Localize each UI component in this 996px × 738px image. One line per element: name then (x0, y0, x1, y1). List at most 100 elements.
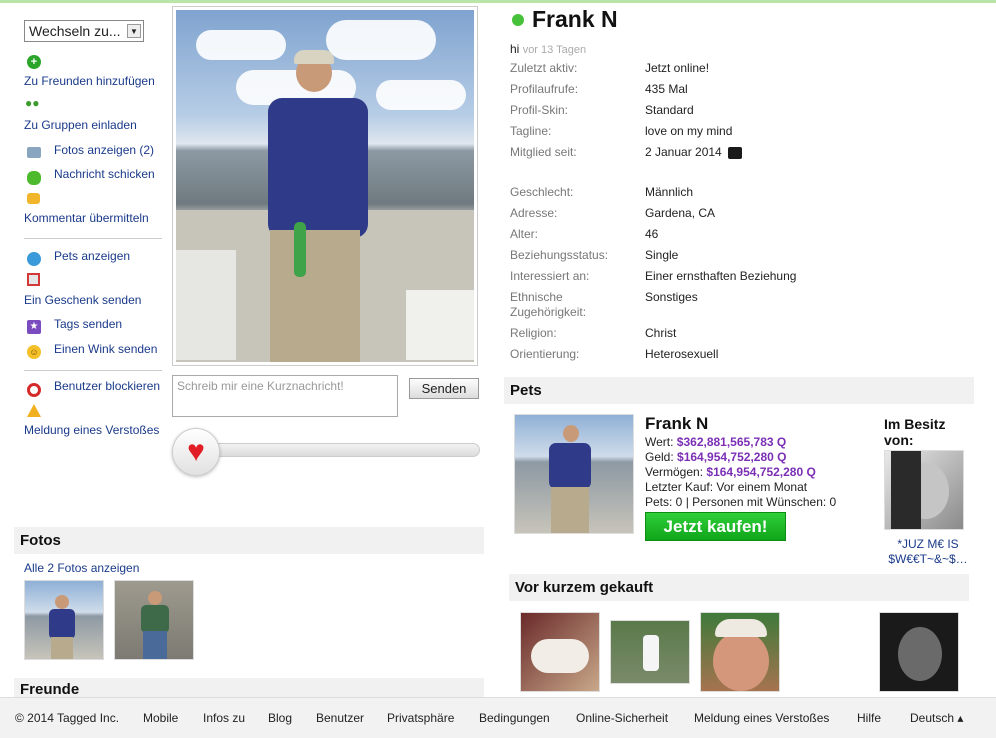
add-friend-link[interactable]: Zu Freunden hinzufügen (24, 74, 155, 88)
pet-cash-label: Geld: (645, 450, 674, 464)
send-tags-link[interactable]: Tags senden (54, 317, 122, 331)
photo-thumbnail[interactable] (114, 580, 194, 660)
camera-icon[interactable] (27, 147, 41, 158)
recent-thumbnail[interactable] (700, 612, 780, 692)
profile-actions: Wechseln zu... ▼ (24, 20, 166, 42)
footer-link-about[interactable]: Infos zu (203, 711, 245, 725)
recent-thumbnail[interactable] (610, 620, 690, 684)
message-icon[interactable] (27, 171, 41, 185)
divider (24, 238, 162, 239)
send-button[interactable]: Senden (409, 378, 479, 399)
heart-icon[interactable]: ♥ (172, 428, 220, 476)
invite-groups-link[interactable]: Zu Gruppen einladen (24, 118, 137, 132)
recent-section-header: Vor kurzem gekauft (509, 574, 969, 601)
footer: © 2014 Tagged Inc. Mobile Infos zu Blog … (0, 697, 996, 738)
pet-cash: Geld: $164,954,752,280 Q (645, 450, 786, 464)
pets-section-header: Pets (504, 377, 974, 404)
field-value: Sonstiges (645, 290, 698, 304)
warning-icon[interactable] (27, 404, 41, 417)
status-line: hi vor 13 Tagen (510, 42, 586, 56)
recent-thumbnail[interactable] (520, 612, 600, 692)
divider (24, 370, 162, 371)
footer-link-safety[interactable]: Online-Sicherheit (576, 711, 668, 725)
pet-cash-value: $164,954,752,280 (677, 450, 774, 464)
member-badge-icon (728, 146, 743, 159)
owner-name-link[interactable]: *JUZ M€ IS $W€€T~&~$… (884, 537, 972, 567)
profile-name-text: Frank N (532, 6, 618, 32)
field-label: Geschlecht: (510, 185, 574, 199)
show-photos-link[interactable]: Fotos anzeigen (2) (54, 143, 154, 157)
pet-worth: Wert: $362,881,565,783 Q (645, 435, 786, 449)
owner-photo[interactable] (884, 450, 964, 530)
pet-last-buy: Letzter Kauf: Vor einem Monat (645, 480, 808, 494)
rating-slider-track[interactable] (196, 443, 480, 457)
field-label: Interessiert an: (510, 269, 590, 283)
friends-title: Freunde (20, 680, 80, 698)
gift-icon[interactable] (27, 273, 40, 286)
block-user-link[interactable]: Benutzer blockieren (54, 379, 160, 393)
field-label: Zuletzt aktiv: (510, 61, 578, 75)
show-pets-link[interactable]: Pets anzeigen (54, 249, 130, 263)
footer-link-blog[interactable]: Blog (268, 711, 292, 725)
block-icon[interactable] (27, 383, 41, 397)
footer-link-help[interactable]: Hilfe (857, 711, 881, 725)
pet-worth-value: $362,881,565,783 (676, 435, 774, 449)
pet-assets-label: Vermögen: (645, 465, 704, 479)
field-value: love on my mind (645, 124, 733, 138)
field-value: Gardena, CA (645, 206, 716, 220)
field-value: Single (645, 248, 679, 262)
footer-link-users[interactable]: Benutzer (316, 711, 364, 725)
send-comment-link[interactable]: Kommentar übermitteln (24, 211, 149, 225)
buy-now-button[interactable]: Jetzt kaufen! (645, 512, 786, 541)
pet-wishes: Pets: 0 | Personen mit Wünschen: 0 (645, 495, 837, 509)
field-value: Einer ernsthaften Beziehung (645, 269, 797, 283)
comment-icon[interactable] (27, 193, 40, 204)
add-friend-icon[interactable]: + (27, 55, 41, 69)
invite-groups-icon[interactable]: ●● (25, 96, 43, 110)
footer-link-privacy[interactable]: Privatsphäre (387, 711, 454, 725)
profile-photo-image (176, 10, 474, 362)
top-accent-line (0, 0, 996, 3)
pets-title: Pets (510, 382, 542, 399)
photos-title: Fotos (20, 532, 61, 549)
online-status-icon (512, 13, 524, 26)
wink-icon[interactable]: ☺ (27, 345, 41, 359)
footer-link-report[interactable]: Meldung eines Verstoßes (694, 711, 829, 725)
send-message-link[interactable]: Nachricht schicken (54, 167, 155, 181)
profile-photo[interactable] (172, 6, 478, 366)
currency-suffix: Q (776, 435, 787, 449)
photos-section-header: Fotos (14, 527, 484, 554)
switch-dropdown[interactable]: Wechseln zu... ▼ (24, 20, 144, 42)
pet-assets-value: $164,954,752,280 (706, 465, 804, 479)
footer-link-mobile[interactable]: Mobile (143, 711, 178, 725)
field-value: 435 Mal (645, 82, 688, 96)
currency-suffix: Q (806, 465, 816, 479)
status-text: hi (510, 42, 520, 56)
profile-name: Frank N (512, 6, 618, 33)
photo-thumbnail[interactable] (24, 580, 104, 660)
chevron-down-icon[interactable]: ▼ (127, 24, 141, 38)
send-gift-link[interactable]: Ein Geschenk senden (24, 293, 141, 307)
field-label: Ethnische Zugehörigkeit: (510, 290, 587, 319)
footer-link-terms[interactable]: Bedingungen (479, 711, 550, 725)
report-link[interactable]: Meldung eines Verstoßes (24, 423, 159, 437)
member-since-value: 2 Januar 2014 (645, 145, 722, 159)
pets-icon[interactable] (27, 252, 41, 266)
field-label: Profil-Skin: (510, 103, 569, 117)
tag-icon[interactable]: ★ (27, 320, 41, 334)
show-all-photos-link[interactable]: Alle 2 Fotos anzeigen (24, 561, 139, 575)
field-value: Standard (645, 103, 694, 117)
field-value: Männlich (645, 185, 694, 199)
field-value: 46 (645, 227, 659, 241)
send-wink-link[interactable]: Einen Wink senden (54, 342, 157, 356)
field-label: Mitglied seit: (510, 145, 577, 159)
field-label: Orientierung: (510, 347, 580, 361)
recent-thumbnail[interactable] (879, 612, 959, 692)
short-message-input[interactable]: Schreib mir eine Kurznachricht! (172, 375, 398, 417)
footer-language-select[interactable]: Deutsch ▴ (910, 711, 963, 725)
footer-copyright: © 2014 Tagged Inc. (15, 711, 120, 725)
pet-name[interactable]: Frank N (645, 414, 708, 434)
switch-dropdown-label: Wechseln zu... (29, 23, 121, 39)
pet-worth-label: Wert: (645, 435, 674, 449)
pet-photo[interactable] (514, 414, 634, 534)
